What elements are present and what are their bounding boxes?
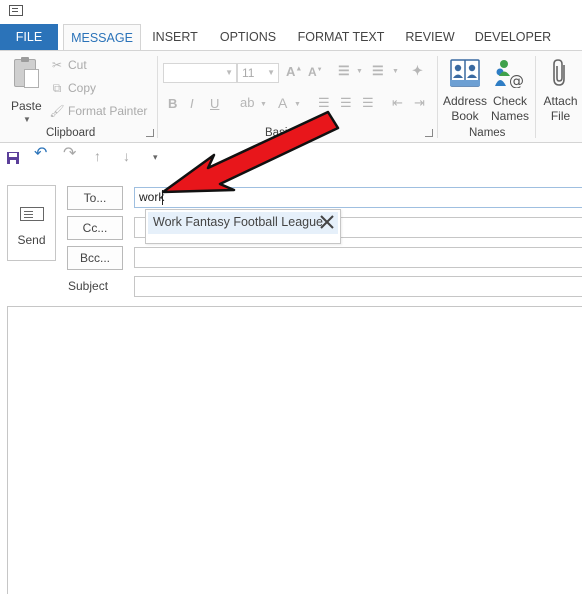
compose-area: Send To... Cc... Bcc... work Subject Wor… [0, 168, 582, 594]
group-divider [535, 56, 536, 138]
clear-formatting-icon[interactable]: ✦ [412, 63, 423, 79]
font-size-value: 11 [242, 66, 255, 80]
paste-label: Paste [11, 99, 42, 113]
ribbon: Paste ▼ ✂ Cut ⧉ Copy 🖌 Format Painter Clipb… [0, 50, 582, 143]
paste-icon [14, 57, 39, 88]
align-center-icon[interactable]: ☰ [340, 95, 352, 111]
attach-file-label: Attach File [543, 94, 578, 123]
address-book-label: Address Book [442, 94, 488, 123]
text-cursor [162, 190, 163, 205]
title-bar [0, 0, 582, 24]
bcc-button[interactable]: Bcc... [67, 246, 123, 270]
format-painter-label: Format Painter [68, 104, 148, 118]
save-icon[interactable] [6, 149, 20, 167]
send-label: Send [17, 233, 46, 247]
decrease-indent-icon[interactable]: ⇤ [392, 95, 403, 111]
increase-indent-icon[interactable]: ⇥ [414, 95, 425, 111]
copy-button[interactable]: ⧉ Copy [49, 78, 96, 98]
tab-options[interactable]: OPTIONS [212, 24, 284, 50]
bcc-field[interactable] [134, 247, 582, 268]
attach-file-button[interactable]: Attach File [539, 56, 582, 128]
chevron-down-icon: ▼ [294, 101, 301, 108]
names-group-label: Names [469, 127, 506, 139]
autocomplete-dropdown: Work Fantasy Football League [145, 209, 341, 244]
align-left-icon[interactable]: ☰ [318, 95, 330, 111]
tab-review[interactable]: REVIEW [400, 24, 460, 50]
suggestion-text: Work Fantasy Football League [153, 215, 324, 229]
check-names-label: Check Names [490, 94, 529, 123]
address-book-icon [450, 59, 480, 87]
chevron-down-icon: ▼ [356, 68, 363, 75]
font-size-box[interactable]: 11 ▼ [237, 63, 279, 83]
scissors-icon: ✂ [51, 58, 63, 72]
subject-field[interactable] [134, 276, 582, 297]
chevron-down-icon: ▼ [23, 115, 31, 124]
redo-icon[interactable]: ↷ [63, 145, 76, 163]
tab-message[interactable]: MESSAGE [63, 24, 141, 51]
clipboard-group-label: Clipboard [46, 127, 96, 139]
bold-icon[interactable]: B [168, 96, 177, 111]
to-field[interactable]: work [134, 187, 582, 208]
shrink-font-icon[interactable]: A▼ [308, 65, 323, 79]
chevron-down-icon: ▼ [267, 68, 275, 77]
basic-text-group-label: Basi [265, 127, 288, 139]
to-field-value: work [139, 190, 165, 204]
tab-insert[interactable]: INSERT [146, 24, 204, 50]
subject-label: Subject [68, 279, 109, 293]
check-names-button[interactable]: @ Check Names [489, 56, 531, 128]
arrow-up-icon[interactable]: ↑ [94, 147, 101, 165]
send-button[interactable]: Send [7, 185, 56, 261]
highlight-icon[interactable]: ab [240, 95, 254, 110]
outlook-new-message-window: FILE MESSAGE INSERT OPTIONS FORMAT TEXT … [0, 0, 582, 594]
underline-icon[interactable]: U [210, 96, 219, 111]
paste-button[interactable]: Paste ▼ [8, 57, 44, 124]
basic-text-dialog-launcher[interactable] [425, 129, 433, 137]
paperclip-icon [553, 59, 565, 86]
outlook-window-icon[interactable] [9, 5, 23, 16]
message-body[interactable] [7, 306, 582, 594]
tab-file[interactable]: FILE [0, 24, 58, 50]
tab-developer[interactable]: DEVELOPER [472, 24, 554, 50]
arrow-down-icon[interactable]: ↓ [123, 147, 130, 165]
autocomplete-suggestion[interactable]: Work Fantasy Football League [148, 212, 338, 234]
group-divider [157, 56, 158, 138]
cut-label: Cut [68, 58, 87, 72]
grow-font-icon[interactable]: A▲ [286, 64, 302, 79]
font-color-icon[interactable]: A [278, 95, 287, 111]
ribbon-tabs: FILE MESSAGE INSERT OPTIONS FORMAT TEXT … [0, 24, 582, 51]
tab-format-text[interactable]: FORMAT TEXT [295, 24, 387, 50]
customize-qat-icon[interactable]: ▾ [153, 148, 158, 166]
copy-label: Copy [68, 81, 97, 95]
format-painter-button[interactable]: 🖌 Format Painter [49, 101, 147, 121]
paintbrush-icon: 🖌 [49, 104, 65, 118]
group-divider [437, 56, 438, 138]
bullets-icon[interactable]: ☰ [338, 63, 350, 79]
font-name-box[interactable]: ▼ [163, 63, 237, 83]
clipboard-dialog-launcher[interactable] [146, 129, 154, 137]
to-button[interactable]: To... [67, 186, 123, 210]
address-book-button[interactable]: Address Book [441, 56, 489, 128]
numbering-icon[interactable]: ☰ [372, 63, 384, 79]
close-icon[interactable] [318, 212, 336, 232]
check-names-icon: @ [495, 60, 524, 88]
chevron-down-icon: ▼ [225, 68, 233, 77]
chevron-down-icon: ▼ [392, 68, 399, 75]
quick-access-toolbar: ↶ ↷ ↑ ↓ ▾ [0, 144, 582, 168]
italic-icon[interactable]: I [190, 96, 194, 111]
send-envelope-icon [20, 207, 44, 221]
cut-button[interactable]: ✂ Cut [49, 55, 87, 75]
undo-icon[interactable]: ↶ [34, 145, 47, 163]
svg-text:@: @ [509, 72, 524, 88]
align-right-icon[interactable]: ☰ [362, 95, 374, 111]
cc-button[interactable]: Cc... [67, 216, 123, 240]
chevron-down-icon: ▼ [260, 101, 267, 108]
copy-icon: ⧉ [52, 81, 62, 95]
